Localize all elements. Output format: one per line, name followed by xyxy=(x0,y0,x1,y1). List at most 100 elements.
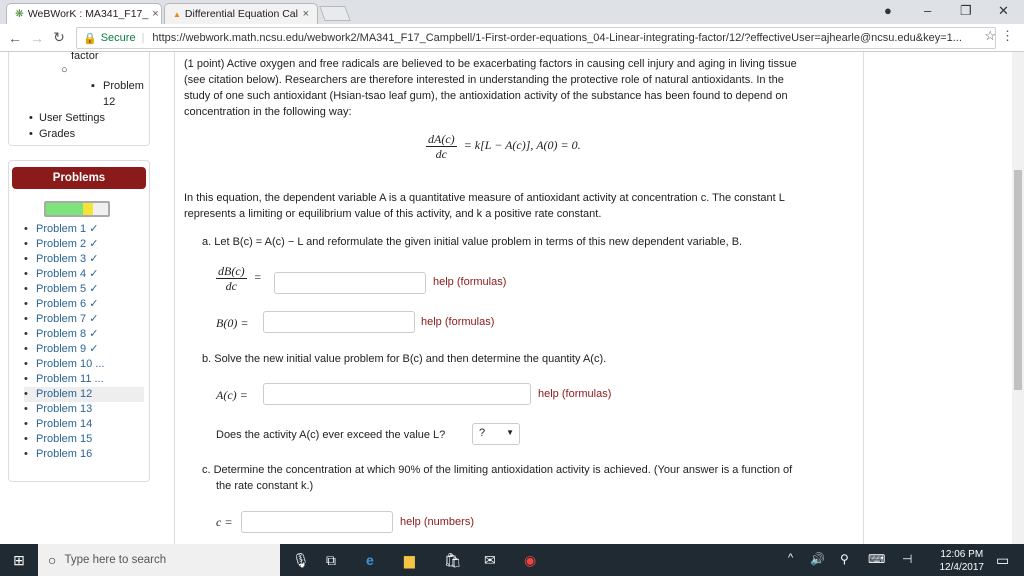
problem-list-item[interactable]: Problem 2 ✓ xyxy=(24,237,144,252)
problem-list-item[interactable]: Problem 3 ✓ xyxy=(24,252,144,267)
Ac-label: A(c) = xyxy=(216,388,248,402)
windows-start-icon[interactable]: ⊞ xyxy=(0,544,38,576)
progress-bar xyxy=(44,201,110,217)
tab-title: Differential Equation Cal xyxy=(184,8,298,20)
main-equation: dA(c) dc = k[L − A(c)], A(0) = 0. xyxy=(426,132,581,161)
taskbar-clock[interactable]: 12:06 PM 12/4/2017 xyxy=(940,548,985,574)
bullet: • xyxy=(29,128,33,140)
problem-list-item[interactable]: Problem 12 xyxy=(24,387,144,402)
problem-list-item[interactable]: Problem 11 ... xyxy=(24,372,144,387)
lock-icon: 🔒 xyxy=(83,32,97,45)
progress-fill-partial xyxy=(82,203,93,215)
problem-list-item[interactable]: Problem 14 xyxy=(24,417,144,432)
help-formulas-link[interactable]: help (formulas) xyxy=(538,388,611,400)
chrome-icon[interactable]: ◉ xyxy=(524,552,536,569)
intro-line-3: study of one such antioxidant (Hsian-tsa… xyxy=(184,90,788,102)
url-field[interactable]: 🔒 Secure | https://webwork.math.ncsu.edu… xyxy=(76,27,996,49)
browser-tab-bar: ❋ WeBWorK : MA341_F17_ × ▲ Differential … xyxy=(0,0,1024,24)
forward-arrow-icon[interactable]: → xyxy=(26,30,48,46)
address-bar: ← → ↻ 🔒 Secure | https://webwork.math.nc… xyxy=(0,24,1024,52)
browser-menu-icon[interactable]: ⋮ xyxy=(1001,28,1014,44)
tab-title: WeBWorK : MA341_F17_ xyxy=(27,8,149,20)
sidebar-nav-top: factor ○ ▪ Problem 12 • User Settings • … xyxy=(8,52,150,146)
part-b-text: b. Solve the new initial value problem f… xyxy=(202,353,607,365)
sidebar-item-factor[interactable]: factor xyxy=(71,52,99,64)
dropdown-arrow-icon: ▼ xyxy=(506,428,514,437)
network-icon[interactable]: ⚲ xyxy=(840,552,849,566)
problem-list-item[interactable]: Problem 15 xyxy=(24,432,144,447)
close-tab-icon[interactable]: × xyxy=(152,8,158,20)
input-icon[interactable]: ⊣ xyxy=(902,552,912,566)
edge-browser-icon[interactable]: e xyxy=(366,552,374,568)
scrollbar-thumb[interactable] xyxy=(1014,170,1022,390)
bullet-circle: ○ xyxy=(61,64,68,76)
problem-list-item[interactable]: Problem 16 xyxy=(24,447,144,462)
problem-area: (1 point) Active oxygen and free radical… xyxy=(174,52,864,544)
intro-line-1: (1 point) Active oxygen and free radical… xyxy=(184,58,797,70)
profile-icon[interactable]: ● xyxy=(884,3,892,18)
c-answer-input[interactable] xyxy=(241,511,393,533)
exceed-select[interactable]: ? ▼ xyxy=(472,423,520,445)
bullet: • xyxy=(29,112,33,124)
dB-fraction: dB(c) dc xyxy=(216,264,247,293)
B0-answer-input[interactable] xyxy=(263,311,415,333)
file-explorer-icon[interactable]: ▆ xyxy=(404,552,415,569)
para-line-1: In this equation, the dependent variable… xyxy=(184,192,785,204)
problem-list-item[interactable]: Problem 9 ✓ xyxy=(24,342,144,357)
back-arrow-icon[interactable]: ← xyxy=(4,30,26,46)
calculator-favicon-icon: ▲ xyxy=(173,9,181,19)
dB-answer-input[interactable] xyxy=(274,272,426,294)
problem-list-item[interactable]: Problem 5 ✓ xyxy=(24,282,144,297)
tab-differential-equation[interactable]: ▲ Differential Equation Cal × xyxy=(164,3,318,24)
problem-list-item[interactable]: Problem 7 ✓ xyxy=(24,312,144,327)
problem-list-item[interactable]: Problem 13 xyxy=(24,402,144,417)
exceed-question: Does the activity A(c) ever exceed the v… xyxy=(216,429,446,441)
secure-indicator[interactable]: 🔒 Secure xyxy=(83,32,136,45)
tab-webwork[interactable]: ❋ WeBWorK : MA341_F17_ × xyxy=(6,3,162,24)
volume-icon[interactable]: 🔊 xyxy=(810,552,825,566)
webwork-favicon-icon: ❋ xyxy=(15,8,24,20)
problem-list-item[interactable]: Problem 1 ✓ xyxy=(24,222,144,237)
part-c-line-1: c. Determine the concentration at which … xyxy=(202,464,793,476)
part-a-text: a. Let B(c) = A(c) − L and reformulate t… xyxy=(202,236,743,248)
part-c-line-2: the rate constant k.) xyxy=(216,480,314,492)
help-numbers-link[interactable]: help (numbers) xyxy=(400,516,474,528)
c-label: c = xyxy=(216,515,233,529)
B0-label: B(0) = xyxy=(216,316,249,330)
reload-icon[interactable]: ↻ xyxy=(48,29,70,46)
intro-line-2: (see citation below). Researchers are th… xyxy=(184,74,784,86)
help-formulas-link[interactable]: help (formulas) xyxy=(421,316,494,328)
page-scrollbar[interactable] xyxy=(1012,52,1024,544)
keyboard-icon[interactable]: ⌨ xyxy=(868,552,885,566)
sidebar-item-problem[interactable]: Problem xyxy=(103,78,144,94)
sidebar-item-grades[interactable]: Grades xyxy=(39,126,75,142)
task-view-icon[interactable]: ⧉ xyxy=(326,552,336,569)
problem-list-item[interactable]: Problem 8 ✓ xyxy=(24,327,144,342)
url-text: https://webwork.math.ncsu.edu/webwork2/M… xyxy=(152,32,962,44)
problem-list-item[interactable]: Problem 10 ... xyxy=(24,357,144,372)
close-tab-icon[interactable]: × xyxy=(303,8,309,20)
restore-icon[interactable]: ❐ xyxy=(960,3,972,19)
store-icon[interactable]: 🛍 xyxy=(444,552,462,569)
taskbar-search-box[interactable]: ○ Type here to search xyxy=(38,544,280,576)
microphone-icon[interactable]: 🎙 xyxy=(292,552,310,569)
mail-icon[interactable]: ✉ xyxy=(484,552,496,569)
notification-icon[interactable]: ▭ xyxy=(996,552,1009,569)
problems-header: Problems xyxy=(12,167,146,189)
cortana-circle-icon: ○ xyxy=(48,552,57,568)
close-window-icon[interactable]: ✕ xyxy=(998,3,1009,19)
sidebar-item-problem-number[interactable]: 12 xyxy=(103,94,115,110)
tray-chevron-icon[interactable]: ^ xyxy=(788,552,793,564)
problem-list-item[interactable]: Problem 4 ✓ xyxy=(24,267,144,282)
para-line-2: represents a limiting or equilibrium val… xyxy=(184,208,602,220)
help-formulas-link[interactable]: help (formulas) xyxy=(433,276,506,288)
bullet: ▪ xyxy=(91,80,95,92)
Ac-answer-input[interactable] xyxy=(263,383,531,405)
minimize-icon[interactable]: – xyxy=(924,3,931,18)
problem-list-item[interactable]: Problem 6 ✓ xyxy=(24,297,144,312)
problem-list: Problem 1 ✓Problem 2 ✓Problem 3 ✓Problem… xyxy=(24,222,144,462)
new-tab-button[interactable] xyxy=(319,6,351,21)
sidebar-item-user-settings[interactable]: User Settings xyxy=(39,110,105,126)
progress-fill-correct xyxy=(46,203,83,215)
bookmark-star-icon[interactable]: ☆ xyxy=(984,28,996,44)
